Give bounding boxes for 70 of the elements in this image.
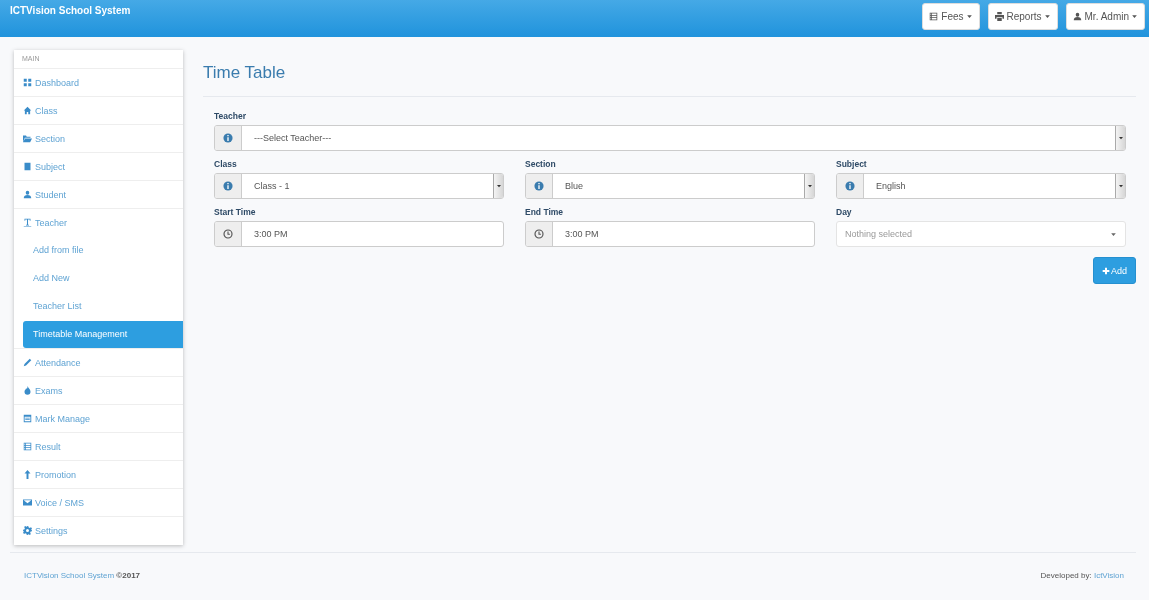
info-icon bbox=[223, 181, 233, 191]
sidebar-item[interactable]: Exams bbox=[14, 376, 183, 404]
list-icon bbox=[929, 12, 939, 21]
sidebar-subitem[interactable]: Add New bbox=[23, 264, 183, 292]
home-icon bbox=[23, 106, 32, 115]
calculator-icon bbox=[23, 414, 32, 423]
sidebar-item[interactable]: Attendance bbox=[14, 348, 183, 376]
sidebar-item[interactable]: Section bbox=[14, 124, 183, 152]
caret-icon bbox=[1117, 135, 1124, 141]
printer-icon bbox=[994, 12, 1004, 21]
time-field[interactable]: 3:00 PM bbox=[214, 221, 504, 247]
folder-icon bbox=[23, 134, 32, 143]
caret-icon bbox=[806, 183, 813, 189]
sidebar-item[interactable]: Promotion bbox=[14, 460, 183, 488]
info-icon bbox=[845, 181, 855, 191]
add-button[interactable]: Add bbox=[1093, 257, 1136, 284]
caret-icon bbox=[495, 183, 502, 189]
app-title: ICTVision School System bbox=[10, 5, 131, 16]
grid-icon bbox=[23, 78, 32, 87]
dropdown-field[interactable]: Nothing selected bbox=[836, 221, 1126, 247]
select-field[interactable]: Blue bbox=[525, 173, 815, 199]
sidebar-item[interactable]: Subject bbox=[14, 152, 183, 180]
caret-icon bbox=[1117, 183, 1124, 189]
user-icon bbox=[23, 190, 32, 199]
sidebar-item[interactable]: Student bbox=[14, 180, 183, 208]
pencil-icon bbox=[23, 358, 32, 367]
field-label: Subject bbox=[836, 159, 868, 169]
select-field[interactable]: English bbox=[836, 173, 1126, 199]
caret-icon bbox=[1110, 230, 1117, 238]
menu-button[interactable]: Fees bbox=[922, 3, 980, 30]
text-icon bbox=[23, 218, 32, 227]
sidebar-subitem[interactable]: Timetable Management bbox=[23, 320, 183, 348]
caret-icon bbox=[965, 13, 973, 20]
arrow-up-icon bbox=[23, 470, 32, 479]
field-label: Day bbox=[836, 207, 853, 217]
sidebar-item[interactable]: Result bbox=[14, 432, 183, 460]
plus-icon bbox=[1102, 266, 1110, 275]
select-field[interactable]: ---Select Teacher--- bbox=[214, 125, 1126, 151]
menu-button[interactable]: Reports bbox=[987, 3, 1058, 30]
select-field[interactable]: Class - 1 bbox=[214, 173, 504, 199]
sidebar-subitem[interactable]: Teacher List bbox=[23, 292, 183, 320]
info-icon bbox=[223, 133, 233, 143]
credit-text: Developed by: IctVision bbox=[1040, 571, 1124, 580]
user-icon bbox=[1072, 12, 1082, 21]
page-title: Time Table bbox=[203, 63, 1136, 97]
caret-icon bbox=[1131, 13, 1138, 20]
info-icon bbox=[534, 181, 544, 191]
sidebar-item[interactable]: Class bbox=[14, 96, 183, 124]
field-label: Start Time bbox=[214, 207, 257, 217]
list-icon bbox=[23, 442, 32, 451]
field-label: Class bbox=[214, 159, 238, 169]
settings-icon bbox=[23, 526, 32, 535]
field-label: Section bbox=[525, 159, 557, 169]
time-field[interactable]: 3:00 PM bbox=[525, 221, 815, 247]
sidebar-item[interactable]: Settings bbox=[14, 516, 183, 544]
book-icon bbox=[23, 162, 32, 171]
sidebar-subitem[interactable]: Add from file bbox=[23, 236, 183, 264]
sidebar-item[interactable]: Mark Manage bbox=[14, 404, 183, 432]
credit-link[interactable]: IctVision bbox=[1093, 571, 1124, 580]
sidebar-item[interactable]: Dashboard bbox=[14, 68, 183, 96]
sidebar-item[interactable]: Voice / SMS bbox=[14, 488, 183, 516]
clock-icon bbox=[223, 229, 233, 239]
sidebar-item[interactable]: Teacher bbox=[14, 208, 183, 236]
clock-icon bbox=[534, 229, 544, 239]
field-label: End Time bbox=[525, 207, 565, 217]
field-label: Teacher bbox=[214, 111, 247, 121]
copyright-text: ICTVision School System ©2017 bbox=[24, 571, 141, 580]
envelope-icon bbox=[23, 498, 32, 507]
caret-icon bbox=[1043, 13, 1051, 20]
menu-button[interactable]: Mr. Admin bbox=[1065, 3, 1145, 30]
